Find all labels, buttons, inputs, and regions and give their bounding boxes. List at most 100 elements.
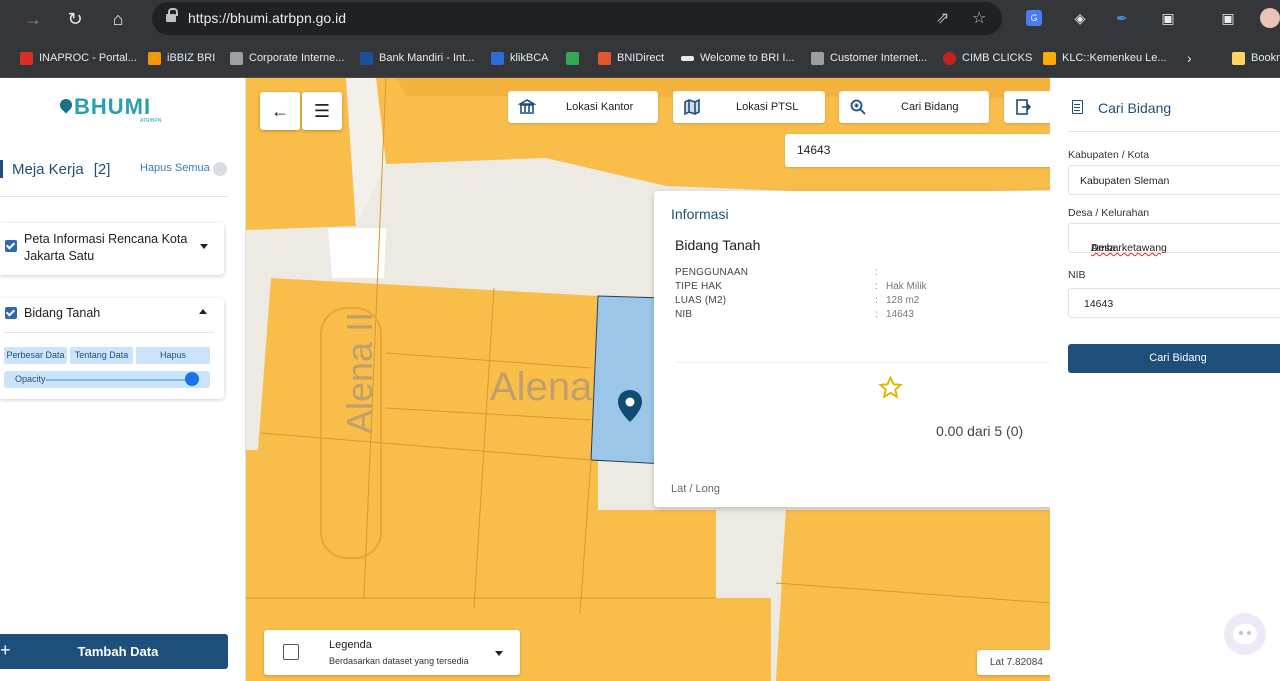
side-panel-icon[interactable]: ▣ — [1218, 8, 1238, 28]
bookmark-item[interactable]: iBBIZ BRI — [148, 50, 215, 66]
chatbot-icon[interactable] — [1224, 613, 1266, 655]
hapus-layer-button[interactable]: Hapus — [136, 347, 210, 364]
clear-all-icon[interactable] — [213, 162, 227, 176]
map-icon — [684, 98, 700, 116]
bookmark-item[interactable]: Welcome to BRI I... — [681, 50, 795, 66]
divider — [4, 332, 214, 333]
hapus-semua-link[interactable]: Hapus Semua — [140, 162, 210, 174]
bookmark-favicon — [230, 51, 243, 65]
meja-kerja-count: [2] — [93, 160, 111, 178]
address-bar[interactable]: https://bhumi.atrbpn.go.id ⇗ ☆ — [152, 2, 1002, 35]
bookmark-item[interactable]: INAPROC - Portal... — [20, 50, 137, 66]
map-search-input[interactable]: 14643 — [785, 134, 1050, 167]
opacity-knob[interactable] — [185, 372, 199, 386]
bookmark-favicon — [811, 51, 824, 65]
kabupaten-value: Kabupaten Sleman — [1080, 175, 1170, 187]
info-value: Hak Milik — [886, 281, 927, 292]
map-search-value[interactable]: 14643 — [797, 143, 830, 157]
legend-title: Legenda — [329, 639, 372, 651]
kabupaten-select[interactable]: Kabupaten Sleman — [1068, 165, 1280, 195]
bookmark-favicon — [20, 51, 33, 65]
desa-select[interactable]: Desa Ambarketawang — [1068, 223, 1280, 254]
layer-label: Peta Informasi Rencana Kota Jakarta Satu — [24, 232, 188, 263]
opacity-slider[interactable]: Opacity — [4, 371, 210, 388]
bookmark-item[interactable]: KLC::Kemenkeu Le... — [1043, 50, 1167, 66]
info-row: LUAS (M2):128 m2 — [675, 295, 1035, 308]
legend-panel[interactable]: Legenda Berdasarkan dataset yang tersedi… — [264, 630, 520, 675]
reload-icon[interactable]: ↻ — [64, 8, 86, 30]
bookmark-item[interactable]: Corporate Interne... — [230, 50, 344, 66]
url-text[interactable]: https://bhumi.atrbpn.go.id — [188, 10, 346, 26]
bookmark-favicon — [148, 51, 161, 65]
lokasi-ptsl-button[interactable]: Lokasi PTSL — [673, 91, 825, 123]
lock-icon[interactable] — [166, 8, 178, 24]
export-button[interactable] — [1004, 91, 1050, 123]
bookmark-label: BNIDirect — [617, 52, 665, 64]
pen-extension-icon[interactable]: ✒ — [1112, 8, 1132, 28]
info-value: 128 m2 — [886, 295, 920, 306]
info-key: TIPE HAK — [675, 281, 723, 292]
layer-label: Bidang Tanah — [24, 306, 101, 320]
bookmark-item[interactable] — [566, 50, 579, 66]
bookmark-item[interactable]: Bookm — [1232, 50, 1280, 66]
menu-button[interactable]: ☰ — [302, 92, 342, 130]
nib-label: NIB — [1068, 269, 1086, 281]
perbesar-data-button[interactable]: Perbesar Data — [4, 347, 67, 364]
chevron-down-icon[interactable] — [495, 651, 503, 656]
layer-card-rencana-kota: Peta Informasi Rencana Kota Jakarta Satu — [0, 223, 224, 275]
chevron-right-icon[interactable]: › — [1187, 50, 1192, 66]
dropbox-icon[interactable]: ◈ — [1070, 8, 1090, 28]
star-icon[interactable] — [878, 375, 903, 400]
cari-bidang-label: Cari Bidang — [901, 101, 959, 113]
home-icon[interactable]: ⌂ — [107, 8, 129, 30]
meja-kerja-label: Meja Kerja — [12, 160, 84, 178]
forward-icon[interactable]: → — [22, 8, 44, 30]
bookmark-item[interactable]: Customer Internet... — [811, 50, 927, 66]
info-key: NIB — [675, 309, 693, 320]
opacity-label: Opacity — [15, 374, 46, 384]
chevron-down-icon[interactable] — [200, 244, 208, 249]
parcel[interactable] — [781, 510, 1050, 583]
google-translate-icon[interactable]: G — [1026, 10, 1042, 26]
share-icon[interactable]: ⇗ — [936, 8, 949, 28]
extensions-icon[interactable]: ▣ — [1158, 8, 1178, 28]
info-key: LUAS (M2) — [675, 295, 727, 306]
bookmark-item[interactable]: Bank Mandiri - Int... — [360, 50, 474, 66]
logo-text: BHUMI — [74, 94, 152, 119]
back-button[interactable]: ← — [260, 92, 300, 130]
bookmark-label: Bank Mandiri - Int... — [379, 52, 475, 64]
layer-checkbox[interactable] — [5, 240, 17, 252]
bookmark-item[interactable]: BNIDirect — [598, 50, 664, 66]
nib-value[interactable]: 14643 — [1084, 298, 1113, 310]
bank-icon — [518, 99, 536, 114]
bookmark-label: Corporate Interne... — [249, 52, 345, 64]
cari-bidang-button[interactable]: Cari Bidang — [839, 91, 989, 123]
layer-checkbox[interactable] — [5, 307, 17, 319]
nib-input[interactable]: 14643 — [1068, 288, 1280, 318]
opacity-track[interactable] — [46, 379, 196, 381]
chevron-up-icon[interactable] — [199, 309, 207, 314]
legend-map-icon — [283, 644, 299, 660]
bookmark-label: INAPROC - Portal... — [39, 52, 137, 64]
popup-title: Informasi — [671, 206, 729, 222]
bookmark-label: Welcome to BRI I... — [700, 52, 795, 64]
map-canvas[interactable]: Alena II Alena ← ☰ Lokasi Kantor Lokasi … — [246, 78, 1050, 681]
street-label: Alena II — [339, 312, 380, 434]
bookmark-item[interactable]: CIMB CLICKS — [943, 50, 1032, 66]
star-bookmark-icon[interactable]: ☆ — [972, 8, 986, 28]
tentang-data-button[interactable]: Tentang Data — [70, 347, 133, 364]
avatar[interactable] — [1260, 8, 1280, 28]
coordinate-readout: Lat 7.82084 — [977, 650, 1050, 675]
bookmark-item[interactable]: klikBCA — [491, 50, 549, 66]
bookmark-favicon — [681, 55, 694, 61]
cari-bidang-submit-button[interactable]: Cari Bidang — [1068, 344, 1280, 373]
sidebar: BHUMI ATR/BPN Meja Kerja [2] Hapus Semua… — [0, 78, 246, 681]
lokasi-kantor-button[interactable]: Lokasi Kantor — [508, 91, 658, 123]
tambah-data-button[interactable]: + Tambah Data — [0, 634, 228, 669]
divider — [675, 362, 1050, 363]
kabupaten-label: Kabupaten / Kota — [1068, 149, 1150, 161]
info-row: PENGGUNAAN: — [675, 267, 1035, 280]
tambah-data-label: Tambah Data — [77, 644, 159, 659]
info-colon: : — [875, 309, 878, 320]
bookmarks-bar: INAPROC - Portal... iBBIZ BRI Corporate … — [0, 38, 1280, 78]
